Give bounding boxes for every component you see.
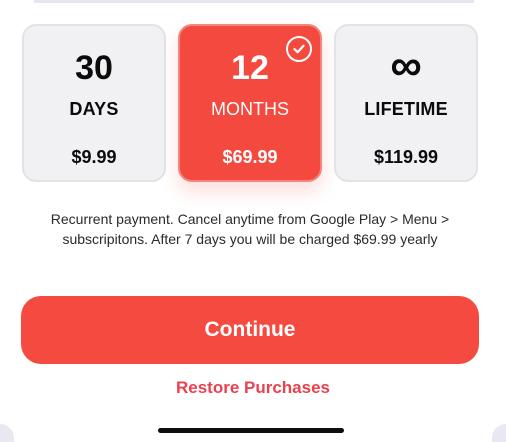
plan-price: $69.99 <box>222 147 278 167</box>
plan-card-30-days[interactable]: 30 DAYS $9.99 <box>22 24 166 182</box>
plan-unit: MONTHS <box>211 99 289 119</box>
infinity-icon: ∞ <box>390 41 422 90</box>
plan-price: $119.99 <box>373 147 439 167</box>
plan-unit: LIFETIME <box>364 99 448 119</box>
plan-options: 30 DAYS $9.99 12 MONTHS $69.99 ∞ LIFETIM… <box>22 24 478 182</box>
plan-price: $9.99 <box>71 147 117 167</box>
plan-card-12-months[interactable]: 12 MONTHS $69.99 <box>178 24 322 182</box>
restore-purchases-link[interactable]: Restore Purchases <box>0 377 506 399</box>
continue-button[interactable]: Continue <box>21 296 479 364</box>
home-indicator[interactable] <box>158 428 344 433</box>
plan-unit: DAYS <box>69 99 119 119</box>
subscription-screen: 30 DAYS $9.99 12 MONTHS $69.99 ∞ LIFETIM… <box>0 0 506 442</box>
payment-disclaimer: Recurrent payment. Cancel anytime from G… <box>50 211 450 247</box>
plan-card-lifetime[interactable]: ∞ LIFETIME $119.99 <box>334 24 478 182</box>
plan-value: 30 <box>75 49 113 87</box>
top-divider <box>34 0 474 3</box>
plan-value: 12 <box>231 49 269 87</box>
